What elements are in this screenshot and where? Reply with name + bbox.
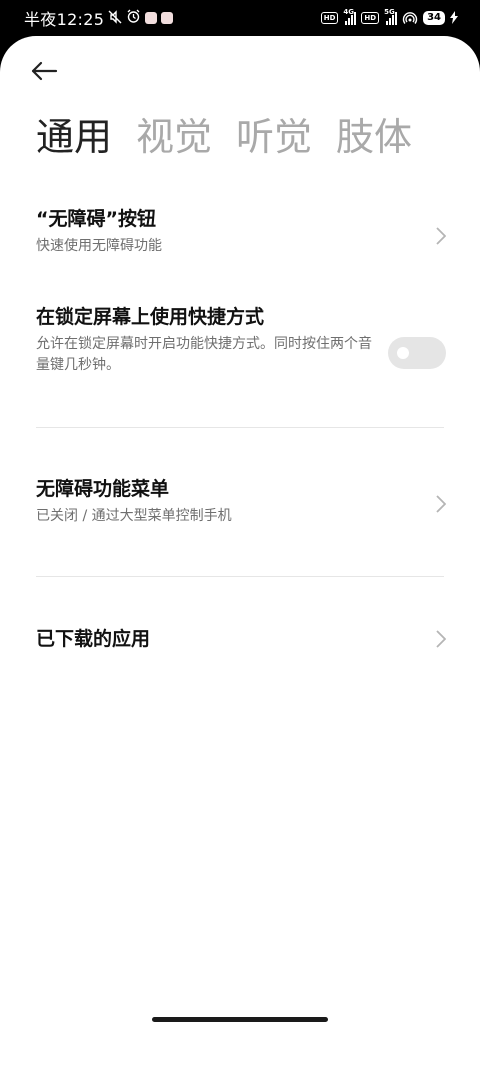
tab-hearing[interactable]: 听觉 [236,114,312,160]
item-title: “无障碍”按钮 [36,208,156,230]
item-title: 在锁定屏幕上使用快捷方式 [36,306,265,328]
chevron-right-icon [436,495,446,513]
signal-5g-icon: 5G [384,8,398,25]
lockscreen-shortcut-toggle[interactable] [388,337,446,369]
tab-general[interactable]: 通用 [36,114,112,160]
signal-4g-label: 4G [343,8,355,16]
divider [36,576,444,577]
battery-level: 34 [423,11,445,25]
chevron-right-icon [436,227,446,245]
item-subtitle: 快速使用无障碍功能 [36,238,162,254]
tab-physical[interactable]: 肢体 [336,114,412,160]
accessibility-menu-item[interactable]: 无障碍功能菜单 已关闭 / 通过大型菜单控制手机 [36,476,446,532]
item-subtitle: 已关闭 / 通过大型菜单控制手机 [36,508,232,524]
status-time: 半夜12:25 [24,10,105,29]
back-button[interactable] [30,56,70,86]
signal-5g-label: 5G [384,8,395,16]
lockscreen-shortcut-item[interactable]: 在锁定屏幕上使用快捷方式 允许在锁定屏幕时开启功能快捷方式。同时按住两个音量键几… [36,304,446,384]
home-indicator[interactable] [152,1017,328,1022]
status-bar: 半夜12:25 HD 4G HD 5G 34 [0,0,480,36]
item-subtitle: 允许在锁定屏幕时开启功能快捷方式。同时按住两个音量键几秒钟。 [36,336,372,373]
signal-4g-icon: 4G [343,8,357,25]
downloaded-apps-item[interactable]: 已下载的应用 [36,626,446,652]
accessibility-button-item[interactable]: “无障碍”按钮 快速使用无障碍功能 [36,206,446,266]
notification-app-icon [161,12,174,24]
tab-vision[interactable]: 视觉 [136,114,212,160]
item-title: 已下载的应用 [36,628,151,650]
charging-icon [450,9,458,28]
hotspot-icon [402,9,418,28]
alarm-icon [126,9,141,28]
divider [36,427,444,428]
category-tabs: 通用 视觉 听觉 肢体 [36,114,412,160]
notification-app-icon [145,12,158,24]
item-title: 无障碍功能菜单 [36,478,170,500]
back-arrow-icon [31,61,58,81]
chevron-right-icon [436,630,446,648]
hd-badge: HD [361,12,380,24]
hd-badge: HD [320,12,339,24]
settings-page: 通用 视觉 听觉 肢体 “无障碍”按钮 快速使用无障碍功能 在锁定屏幕上使用快捷… [0,36,480,1066]
mute-icon [108,9,122,28]
